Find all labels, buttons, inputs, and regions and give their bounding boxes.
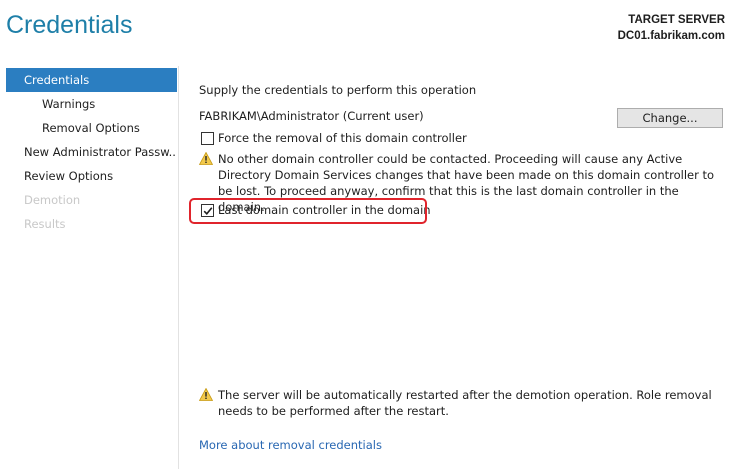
contact-warning: No other domain controller could be cont… [198,151,719,214]
restart-warning: The server will be automatically restart… [198,387,719,421]
warning-icon [198,387,214,405]
target-server-info: TARGET SERVER DC01.fabrikam.com [618,12,725,44]
change-button[interactable]: Change... [617,108,723,128]
force-removal-checkbox[interactable] [201,132,214,145]
current-user-label: FABRIKAM\Administrator (Current user) [199,109,424,123]
force-removal-option[interactable]: Force the removal of this domain control… [199,130,499,146]
more-about-removal-credentials-link[interactable]: More about removal credentials [199,438,382,452]
supply-credentials-text: Supply the credentials to perform this o… [199,83,477,97]
nav-item-new-administrator-password[interactable]: New Administrator Passw... [6,140,177,164]
warning-icon [198,151,214,169]
nav-item-demotion: Demotion [24,193,81,207]
target-server-label: TARGET SERVER [628,14,725,26]
target-server-name: DC01.fabrikam.com [617,30,725,42]
wizard-nav: Credentials Warnings Removal Options New… [6,68,177,236]
nav-item-review-options[interactable]: Review Options [6,164,177,188]
nav-item-credentials[interactable]: Credentials [6,68,177,92]
force-removal-label[interactable]: Force the removal of this domain control… [218,130,467,146]
nav-item-warnings[interactable]: Warnings [6,92,177,116]
nav-item-results: Results [24,217,66,231]
nav-item-removal-options[interactable]: Removal Options [6,116,177,140]
highlight-box [189,198,427,224]
restart-warning-text: The server will be automatically restart… [218,388,712,418]
page-title: Credentials [6,11,133,39]
nav-divider [178,66,179,469]
